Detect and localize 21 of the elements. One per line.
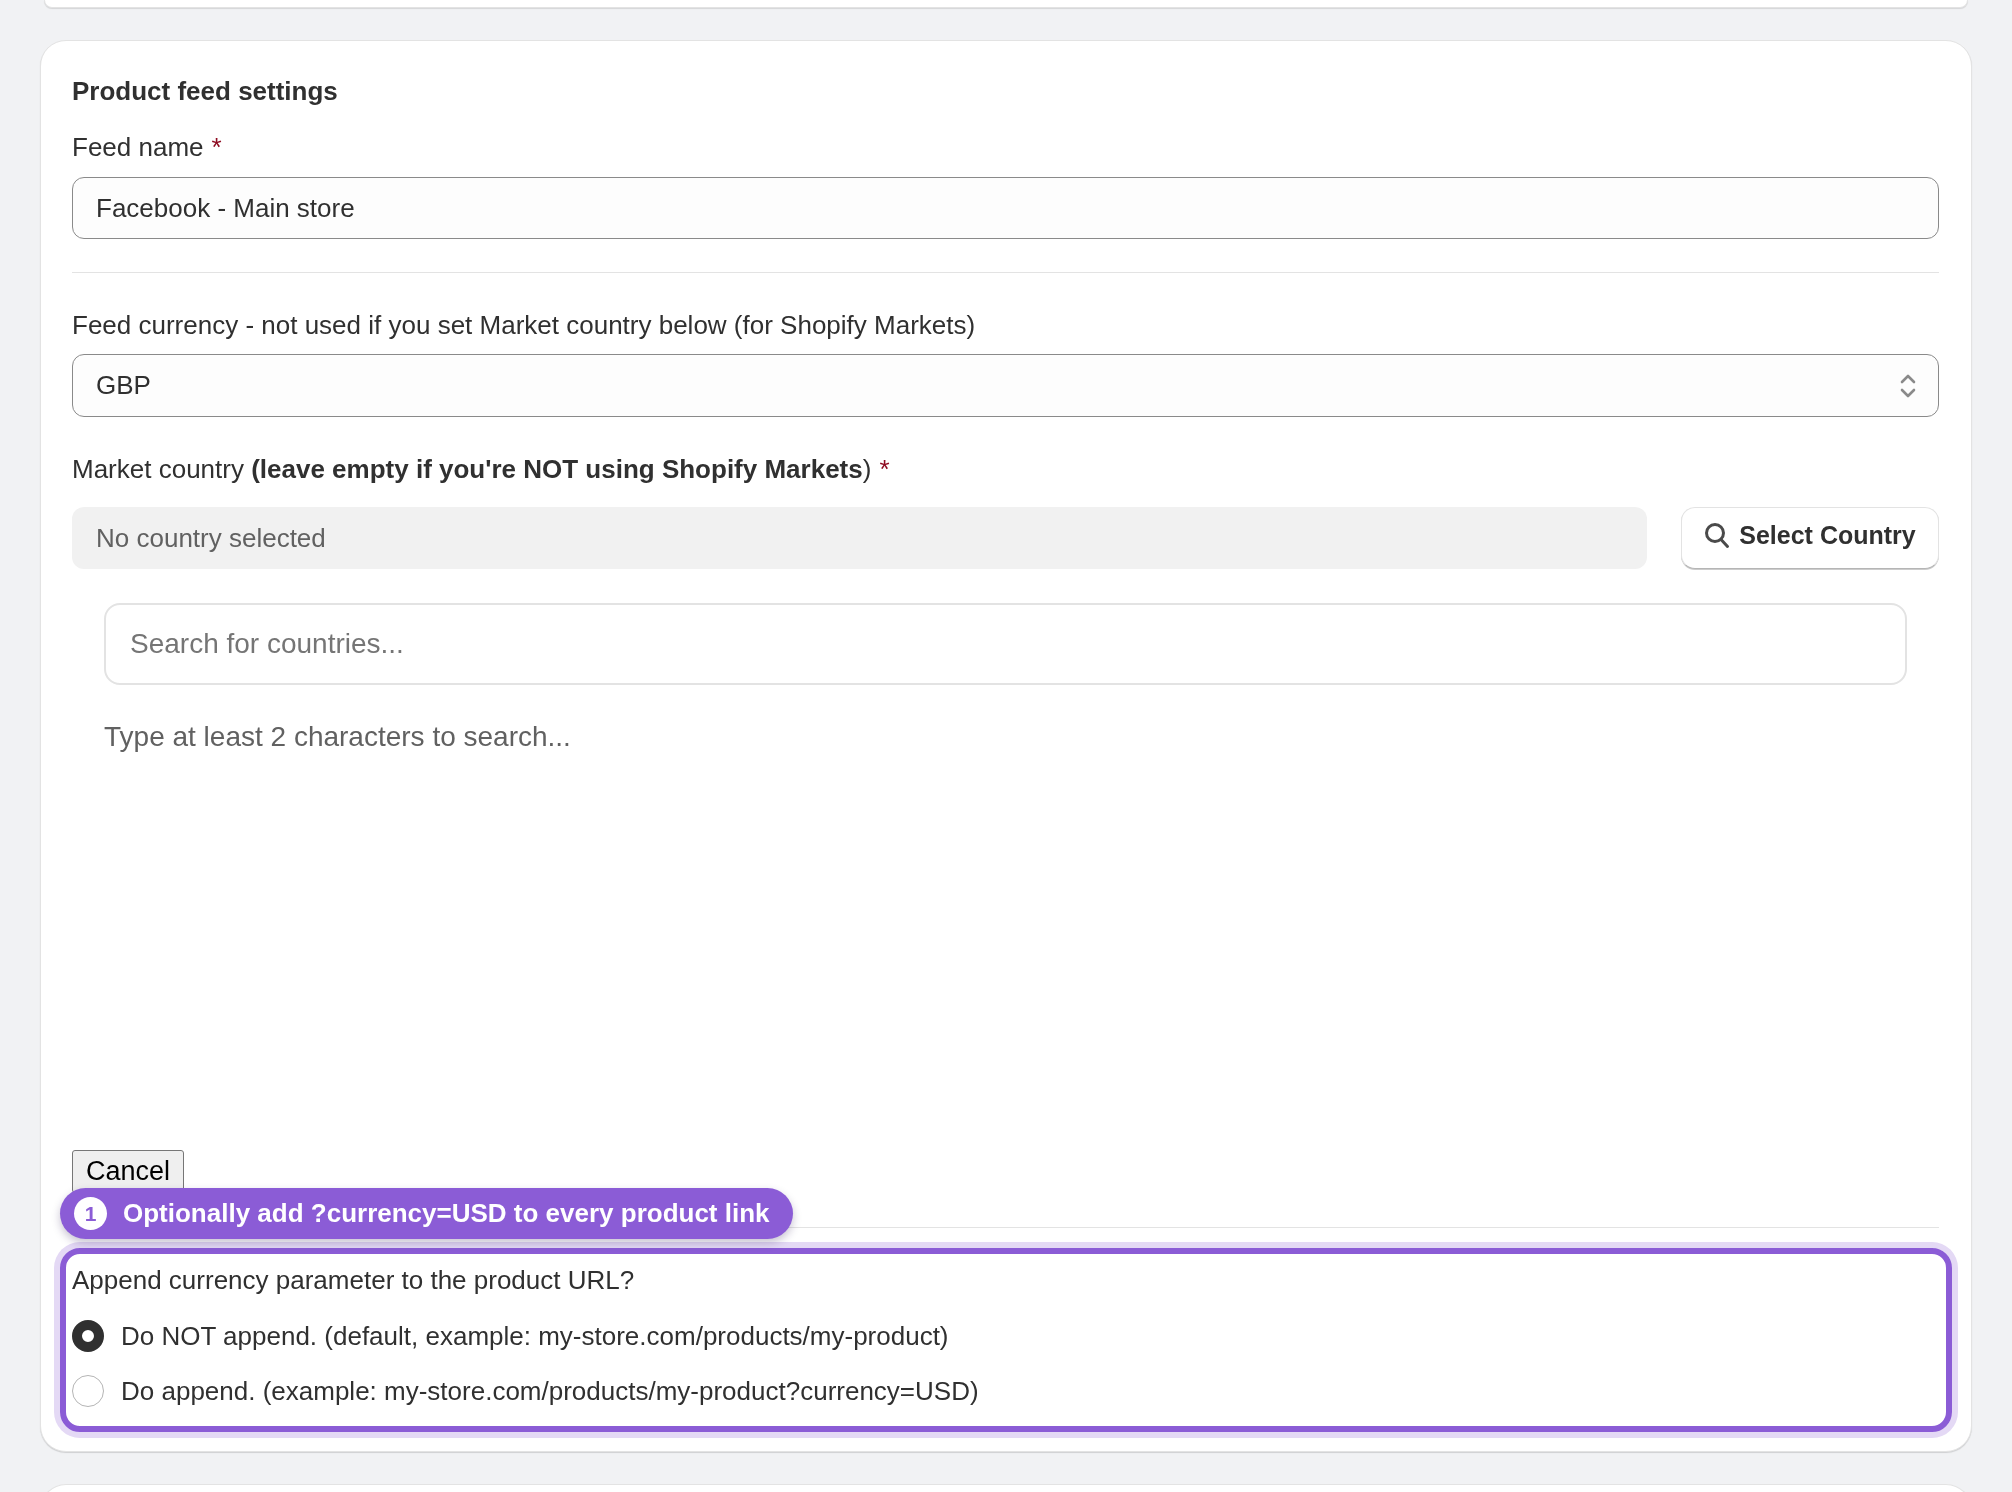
required-mark: * <box>211 131 222 164</box>
select-country-button[interactable]: Select Country <box>1681 507 1939 569</box>
search-icon <box>1704 521 1731 549</box>
field-label: Market country (leave empty if you're NOT using Shopify Markets) <box>72 453 872 486</box>
chevron-up-down-icon <box>1900 372 1916 399</box>
field-label: Append currency parameter to the product URL? <box>72 1264 635 1297</box>
country-search-input[interactable]: Search for countries... <box>104 603 1907 685</box>
feed-name-input[interactable]: Facebook - Main store <box>72 177 1939 239</box>
radio-label: Do append. (example: my-store.com/products/my-product?currency=USD) <box>121 1375 979 1408</box>
radio-label: Do NOT append. (default, example: my-store.com/products/my-product) <box>121 1320 949 1353</box>
callout-text: Optionally add ?currency=USD to every product link <box>123 1198 770 1229</box>
field-label: Feed currency - not used if you set Market country below (for Shopify Markets) <box>72 309 976 342</box>
country-field[interactable]: No country selected <box>72 507 1647 569</box>
radio-button[interactable] <box>72 1375 104 1407</box>
radio-button[interactable] <box>72 1320 104 1352</box>
required-mark: * <box>879 453 890 486</box>
step-number: 1 <box>74 1197 107 1230</box>
hint-text: Type at least 2 characters to search... <box>104 720 571 754</box>
currency-select[interactable]: GBP <box>72 354 1939 417</box>
section-title: Product feed settings <box>72 75 339 108</box>
field-label: Feed name <box>72 131 204 164</box>
